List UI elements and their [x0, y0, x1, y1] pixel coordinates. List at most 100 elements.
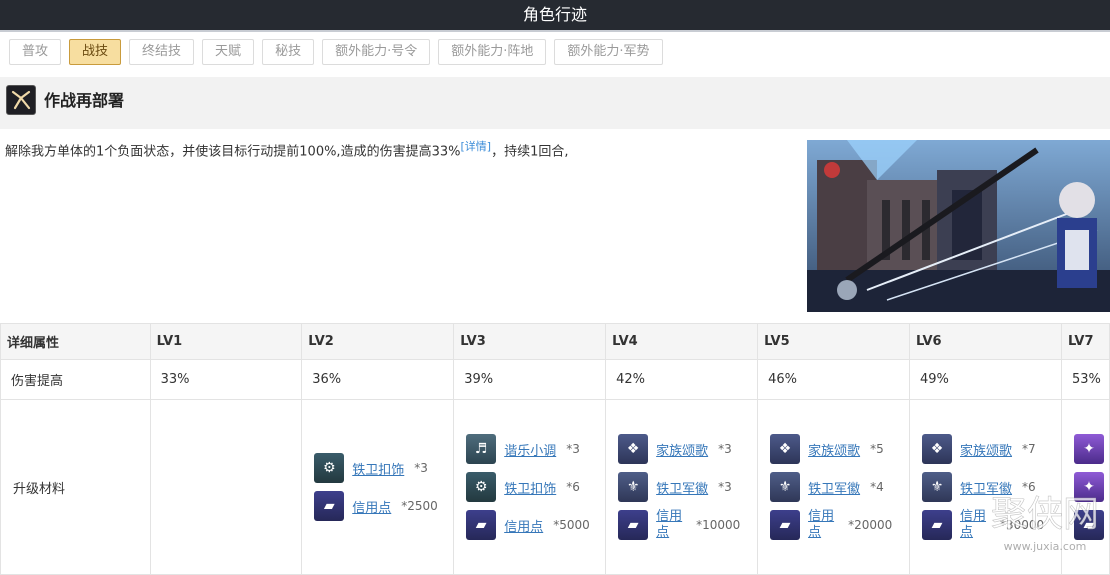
- materials-cell: ♬ 谐乐小调 *3 ⚙ 铁卫扣饰 *6 ▰ 信用点 *5000: [453, 399, 607, 575]
- material-item: ♬ 谐乐小调 *3: [466, 434, 605, 464]
- level-header: LV2: [301, 323, 455, 360]
- material-quantity: *30000: [1000, 518, 1045, 532]
- material-item: ⚙ 铁卫扣饰 *6: [466, 472, 605, 502]
- material-item: ⚙ 铁卫扣饰 *3: [314, 453, 453, 483]
- material-icon[interactable]: ⚜: [618, 472, 649, 502]
- material-link[interactable]: 铁卫扣饰: [352, 459, 404, 478]
- material-link[interactable]: 信用点: [352, 497, 391, 516]
- material-icon[interactable]: ▰: [618, 510, 649, 540]
- level-header: LV1: [149, 323, 303, 360]
- material-item: ⚜ 铁卫军徽 *4: [770, 472, 909, 502]
- level-header: LV3: [453, 323, 607, 360]
- material-icon[interactable]: ⚜: [922, 472, 952, 502]
- materials-cell: ⚙ 铁卫扣饰 *3 ▰ 信用点 *2500: [301, 399, 455, 575]
- skill-description: 解除我方单体的1个负面状态，并使该目标行动提前100%,造成的伤害提高33%[详…: [5, 138, 568, 159]
- material-item: ⚜ 铁卫军徽 *3: [618, 472, 757, 502]
- level-table: 详细属性 LV1 LV2 LV3 LV4 LV5 LV6 LV7 伤害提高 33…: [0, 323, 1110, 575]
- material-item: ▰: [1073, 510, 1109, 540]
- material-link[interactable]: 铁卫扣饰: [504, 478, 556, 497]
- material-icon[interactable]: ✦: [1073, 472, 1104, 502]
- skill-tabs: 普攻 战技 终结技 天赋 秘技 额外能力·号令 额外能力·阵地 额外能力·军势: [9, 39, 663, 65]
- material-icon[interactable]: ✦: [1073, 434, 1104, 464]
- material-link[interactable]: 信用点: [808, 509, 838, 541]
- material-quantity: *3: [414, 461, 428, 475]
- material-icon[interactable]: ⚙: [314, 453, 345, 483]
- material-link[interactable]: 铁卫军徽: [656, 478, 708, 497]
- material-quantity: *3: [718, 442, 732, 456]
- material-quantity: *6: [566, 480, 580, 494]
- skill-description-text: 解除我方单体的1个负面状态，并使该目标行动提前100%,造成的伤害提高33%: [5, 144, 461, 160]
- damage-value: 39%: [453, 359, 607, 400]
- material-item: ▰ 信用点 *2500: [314, 491, 453, 521]
- material-link[interactable]: 信用点: [504, 516, 543, 535]
- material-icon[interactable]: ♬: [466, 434, 497, 464]
- material-link[interactable]: 家族颂歌: [656, 440, 708, 459]
- material-quantity: *6: [1022, 480, 1036, 494]
- material-item: ▰ 信用点 *5000: [466, 510, 605, 540]
- level-header: LV4: [605, 323, 759, 360]
- tab-4[interactable]: 天赋: [202, 39, 255, 65]
- tab-6[interactable]: 额外能力·号令: [322, 39, 431, 65]
- material-link[interactable]: 家族颂歌: [808, 440, 860, 459]
- tab-1[interactable]: 普攻: [9, 39, 62, 65]
- skill-icon: [6, 85, 36, 115]
- level-header: LV5: [757, 323, 910, 360]
- skill-name: 作战再部署: [44, 91, 125, 110]
- material-quantity: *3: [718, 480, 732, 494]
- material-item: ▰ 信用点 *30000: [922, 509, 1061, 541]
- tab-5[interactable]: 秘技: [262, 39, 315, 65]
- material-link[interactable]: 家族颂歌: [960, 440, 1012, 459]
- materials-cell: ❖ 家族颂歌 *7 ⚜ 铁卫军徽 *6 ▰ 信用点 *30000: [909, 399, 1062, 575]
- material-quantity: *5000: [553, 518, 590, 532]
- damage-value: 49%: [909, 359, 1062, 400]
- material-icon[interactable]: ▰: [1073, 510, 1104, 540]
- tab-7[interactable]: 额外能力·阵地: [438, 39, 547, 65]
- tab-8[interactable]: 额外能力·军势: [554, 39, 663, 65]
- material-item: ⚜ 铁卫军徽 *6: [922, 472, 1061, 502]
- material-quantity: *4: [870, 480, 884, 494]
- level-header: LV6: [909, 323, 1062, 360]
- damage-value: 36%: [301, 359, 455, 400]
- skill-preview-image: [807, 140, 1110, 312]
- page-title-bar: 角色行迹: [0, 0, 1110, 30]
- material-icon[interactable]: ❖: [618, 434, 649, 464]
- material-item: ✦: [1073, 434, 1109, 464]
- tab-3[interactable]: 终结技: [129, 39, 195, 65]
- material-quantity: *2500: [401, 499, 438, 513]
- material-link[interactable]: 铁卫军徽: [808, 478, 860, 497]
- material-icon[interactable]: ⚜: [770, 472, 801, 502]
- material-item: ❖ 家族颂歌 *5: [770, 434, 909, 464]
- materials-row-label: 升级材料: [0, 399, 151, 575]
- material-icon[interactable]: ▰: [314, 491, 345, 521]
- material-link[interactable]: 信用点: [656, 509, 686, 541]
- materials-cell: [149, 399, 303, 575]
- material-icon[interactable]: ▰: [922, 510, 952, 540]
- level-header: LV7: [1060, 323, 1110, 360]
- material-icon[interactable]: ❖: [922, 434, 952, 464]
- material-link[interactable]: 谐乐小调: [504, 440, 556, 459]
- material-icon[interactable]: ❖: [770, 434, 801, 464]
- page-title: 角色行迹: [522, 5, 587, 24]
- skill-header: 作战再部署: [0, 77, 1110, 129]
- material-item: ▰ 信用点 *10000: [618, 509, 757, 541]
- damage-value: 33%: [149, 359, 303, 400]
- material-link[interactable]: 信用点: [960, 509, 990, 541]
- material-quantity: *3: [566, 442, 580, 456]
- damage-value: 53%: [1060, 359, 1110, 400]
- materials-cell: ❖ 家族颂歌 *5 ⚜ 铁卫军徽 *4 ▰ 信用点 *20000: [757, 399, 910, 575]
- material-icon[interactable]: ▰: [466, 510, 497, 540]
- material-item: ❖ 家族颂歌 *3: [618, 434, 757, 464]
- detail-link[interactable]: [详情]: [460, 140, 491, 153]
- skill-description-tail: ，持续1回合,: [491, 144, 569, 160]
- damage-row-label: 伤害提高: [0, 359, 151, 400]
- material-item: ❖ 家族颂歌 *7: [922, 434, 1061, 464]
- material-icon[interactable]: ⚙: [466, 472, 497, 502]
- material-quantity: *20000: [848, 518, 893, 532]
- tab-2[interactable]: 战技: [69, 39, 122, 65]
- table-header-label: 详细属性: [0, 323, 151, 360]
- material-link[interactable]: 铁卫军徽: [960, 478, 1012, 497]
- material-quantity: *10000: [696, 518, 741, 532]
- materials-cell: ✦ ✦ ▰: [1060, 399, 1110, 575]
- title-divider: [0, 30, 1110, 32]
- material-icon[interactable]: ▰: [770, 510, 801, 540]
